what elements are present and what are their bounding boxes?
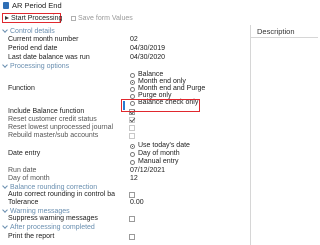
radio-icon (130, 86, 135, 92)
period-end-value: 04/30/2019 (130, 45, 166, 52)
save-icon (71, 16, 76, 21)
reset-journal-checkbox[interactable] (129, 125, 135, 131)
save-form-values-button[interactable]: Save form Values (71, 14, 133, 23)
chevron-down-icon (2, 207, 8, 213)
date-entry-label: Date entry (8, 150, 41, 157)
date-entry-option-manual[interactable]: Manual entry (130, 158, 178, 166)
radio-icon (130, 72, 135, 78)
radio-icon (130, 151, 135, 157)
suppress-warnings-label: Suppress warning messages (8, 215, 98, 222)
section-balance-rounding[interactable]: Balance rounding correction (2, 183, 97, 191)
radio-selected-icon (130, 143, 135, 149)
form-panel: Control details Current month number 02 … (0, 25, 248, 245)
last-balance-value: 04/30/2020 (130, 54, 166, 61)
highlight-box (121, 99, 200, 112)
section-after-processing[interactable]: After processing completed (2, 223, 95, 231)
save-form-values-label: Save form Values (78, 15, 133, 22)
auto-correct-checkbox[interactable] (129, 192, 135, 198)
last-balance-label: Last date balance was run (8, 54, 90, 61)
title-bar: AR Period End (0, 0, 317, 11)
include-balance-label: Include Balance function (8, 108, 85, 115)
app-icon (3, 2, 9, 9)
current-month-label: Current month number (8, 36, 79, 43)
radio-icon (130, 159, 135, 165)
selection-marker (123, 101, 125, 110)
reset-credit-checkbox[interactable] (129, 117, 135, 123)
run-date-label: Run date (8, 167, 37, 174)
chevron-down-icon (2, 27, 8, 33)
period-end-label: Period end date (8, 45, 58, 52)
run-date-value[interactable]: 07/12/2021 (130, 167, 165, 175)
start-processing-label: Start Processing (11, 14, 63, 22)
start-processing-button[interactable]: Start Processing (2, 13, 63, 23)
chevron-down-icon (2, 62, 8, 68)
description-panel: Description (250, 25, 318, 245)
toolbar: Start Processing Save form Values (0, 12, 317, 24)
reset-journal-label: Reset lowest unprocessed journal (8, 124, 114, 131)
tolerance-value[interactable]: 0.00 (130, 199, 144, 207)
rebuild-master-checkbox[interactable] (129, 133, 135, 139)
window-title: AR Period End (12, 1, 62, 10)
chevron-down-icon (2, 183, 8, 189)
radio-icon (130, 93, 135, 99)
section-warning-messages[interactable]: Warning messages (2, 207, 70, 215)
day-of-month-label: Day of month (8, 175, 50, 182)
day-of-month-value[interactable]: 12 (130, 175, 138, 183)
radio-selected-icon (130, 79, 135, 85)
current-month-value: 02 (130, 36, 138, 43)
suppress-warnings-checkbox[interactable] (129, 216, 135, 222)
function-label: Function (8, 85, 35, 92)
section-processing-options[interactable]: Processing options (2, 62, 69, 70)
date-entry-option-today[interactable]: Use today's date (130, 142, 190, 150)
play-icon (5, 16, 9, 20)
rebuild-master-label: Rebuild master/sub accounts (8, 132, 99, 139)
print-report-label: Print the report (8, 233, 55, 240)
tolerance-label: Tolerance (8, 199, 39, 206)
print-report-checkbox[interactable] (129, 234, 135, 240)
divider (251, 37, 318, 38)
date-entry-option-day-of-month[interactable]: Day of month (130, 150, 180, 158)
description-title: Description (257, 27, 295, 36)
auto-correct-label: Auto correct rounding in control ba (8, 191, 116, 198)
section-control-details[interactable]: Control details (2, 27, 55, 35)
reset-credit-label: Reset customer credit status (8, 116, 97, 123)
chevron-down-icon (2, 223, 8, 229)
